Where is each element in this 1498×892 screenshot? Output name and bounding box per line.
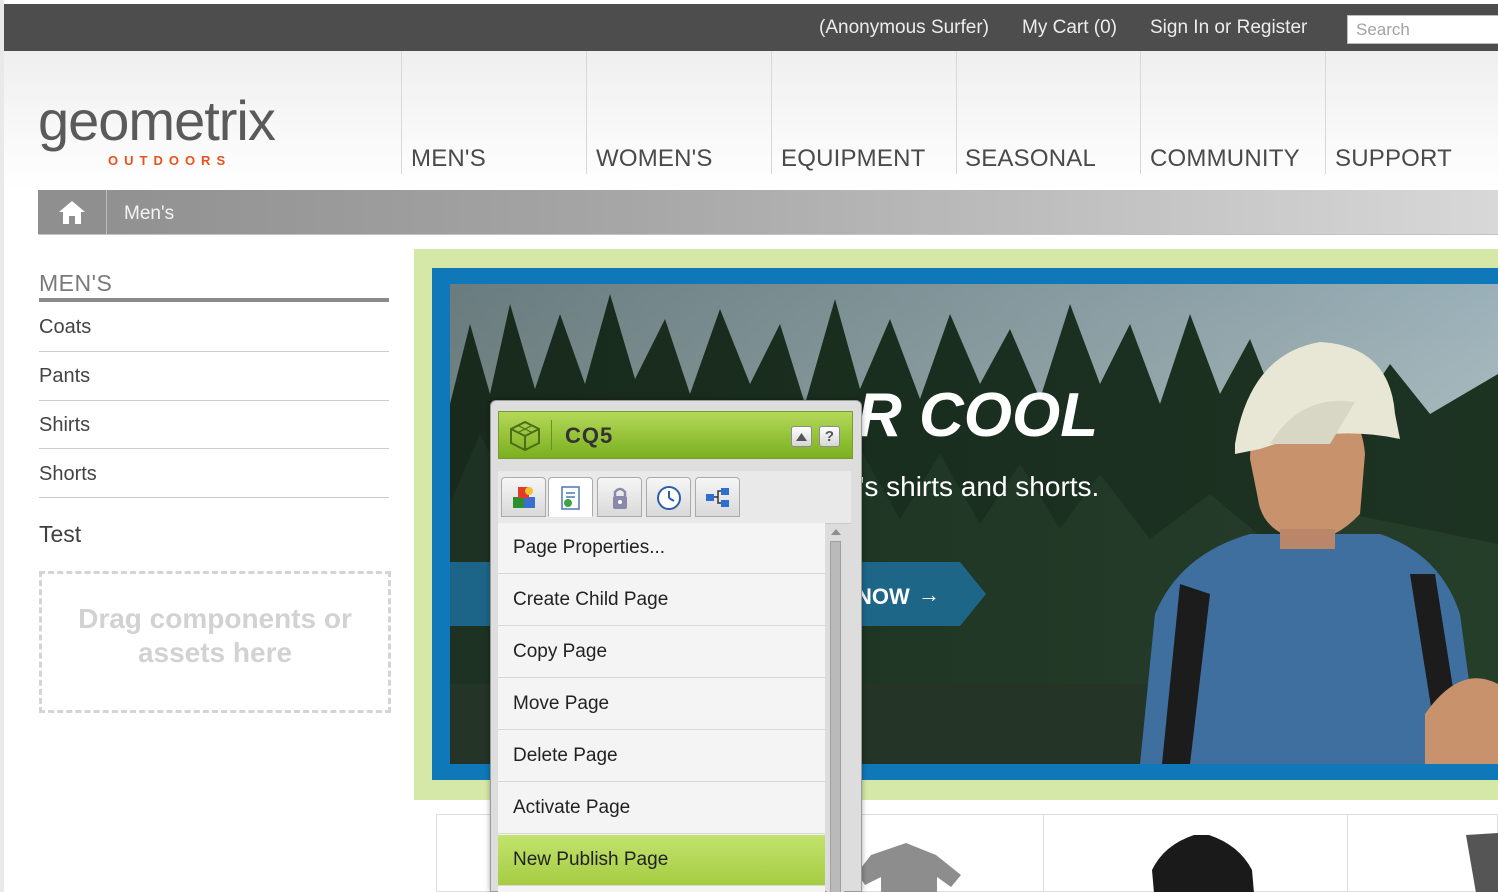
- cq5-cube-icon: [510, 421, 540, 451]
- help-icon: ?: [824, 428, 835, 445]
- cart-link[interactable]: My Cart (0): [1022, 17, 1117, 39]
- nav-separator: [956, 51, 957, 174]
- utility-bar: (Anonymous Surfer) My Cart (0) Sign In o…: [4, 4, 1498, 51]
- browser-page: (Anonymous Surfer) My Cart (0) Sign In o…: [0, 0, 1498, 892]
- nav-womens[interactable]: WOMEN'S: [596, 145, 713, 173]
- breadcrumb: Men's: [38, 190, 1498, 235]
- nav-separator: [1325, 51, 1326, 174]
- svg-text:→: →: [918, 582, 940, 607]
- pants-image: [1466, 833, 1498, 892]
- logo-wordmark: geometrix: [38, 89, 276, 152]
- hero-subline: 's shirts and shorts.: [859, 471, 1099, 502]
- site-header: geometrix OUTDOORS MEN'S WOMEN'S EQUIPME…: [4, 51, 1498, 190]
- component-drop-zone[interactable]: Drag components or assets here: [39, 571, 391, 713]
- nav-seasonal[interactable]: SEASONAL: [965, 145, 1096, 173]
- anonymous-user-label: (Anonymous Surfer): [819, 17, 990, 38]
- menu-item-new-publish-page[interactable]: New Publish Page: [498, 835, 825, 886]
- hero-headline: R COOL: [857, 381, 1098, 450]
- scrollbar-thumb[interactable]: [830, 541, 841, 892]
- jacket-image: [1152, 835, 1254, 892]
- search-box[interactable]: [1347, 15, 1498, 44]
- versioning-tab-icon: [657, 486, 681, 510]
- sidebar-divider: [39, 448, 389, 449]
- logo-subtitle: OUTDOORS: [108, 153, 232, 168]
- nav-separator: [586, 51, 587, 174]
- menu-item-page-properties[interactable]: Page Properties...: [498, 523, 825, 574]
- sidebar-divider: [39, 497, 389, 498]
- sidebar-item-pants[interactable]: Pants: [39, 365, 90, 388]
- nav-separator: [401, 51, 402, 174]
- menu-item-move-page[interactable]: Move Page: [498, 679, 825, 730]
- scroll-up-arrow-icon[interactable]: [831, 529, 841, 535]
- tab-workflow[interactable]: [695, 477, 740, 517]
- nav-separator: [771, 51, 772, 174]
- tab-lock[interactable]: [597, 477, 642, 517]
- search-input[interactable]: [1356, 17, 1496, 42]
- menu-item-copy-page[interactable]: Copy Page: [498, 627, 825, 678]
- sidekick-title-bar[interactable]: CQ5 ?: [498, 411, 853, 459]
- sidebar-item-shirts[interactable]: Shirts: [39, 414, 90, 437]
- menu-item-activate-page[interactable]: Activate Page: [498, 783, 825, 834]
- breadcrumb-current[interactable]: Men's: [124, 203, 174, 225]
- sidebar-divider: [39, 351, 389, 352]
- menu-item-create-child-page[interactable]: Create Child Page: [498, 575, 825, 626]
- tab-versioning[interactable]: [646, 477, 691, 517]
- page-tab-icon: [561, 486, 580, 510]
- components-tab-icon: [513, 487, 535, 508]
- sign-in-link[interactable]: Sign In or Register: [1150, 17, 1307, 39]
- tab-page[interactable]: [548, 477, 593, 517]
- product-tile[interactable]: [1347, 814, 1498, 892]
- cq5-sidekick[interactable]: CQ5 ? Page Properties... Create Child Pa…: [490, 400, 862, 892]
- help-button[interactable]: ?: [819, 426, 840, 447]
- collapse-up-icon: [796, 433, 807, 441]
- sidebar-divider: [39, 400, 389, 401]
- collapse-button[interactable]: [791, 426, 812, 447]
- nav-mens[interactable]: MEN'S: [411, 145, 486, 173]
- hero-cta-text: NOW: [856, 584, 910, 609]
- sidekick-tab-strip: [498, 471, 851, 524]
- sidekick-scrollbar[interactable]: [827, 525, 844, 892]
- sidekick-title: CQ5: [565, 423, 614, 448]
- lock-tab-icon: [613, 487, 627, 509]
- left-edge: [0, 0, 4, 892]
- tab-components[interactable]: [501, 477, 546, 517]
- product-tile[interactable]: [1043, 814, 1348, 892]
- sidebar-title: MEN'S: [39, 270, 113, 296]
- nav-community[interactable]: COMMUNITY: [1150, 145, 1300, 173]
- menu-item-delete-page[interactable]: Delete Page: [498, 731, 825, 782]
- title-separator: [551, 420, 552, 450]
- sidekick-page-actions: Page Properties... Create Child Page Cop…: [498, 523, 825, 892]
- sidebar-test-heading[interactable]: Test: [39, 521, 81, 548]
- sidebar-title-rule: [39, 298, 389, 302]
- home-icon: [59, 201, 85, 224]
- geometrix-logo[interactable]: geometrix OUTDOORS: [38, 89, 308, 169]
- drop-zone-label: Drag components or assets here: [78, 603, 352, 668]
- nav-support[interactable]: SUPPORT: [1335, 145, 1452, 173]
- nav-separator: [1140, 51, 1141, 174]
- workflow-tab-icon: [706, 488, 729, 507]
- sidebar-item-shorts[interactable]: Shorts: [39, 463, 97, 486]
- sidebar-item-coats[interactable]: Coats: [39, 316, 91, 339]
- home-button[interactable]: [38, 190, 107, 234]
- nav-equipment[interactable]: EQUIPMENT: [781, 145, 925, 173]
